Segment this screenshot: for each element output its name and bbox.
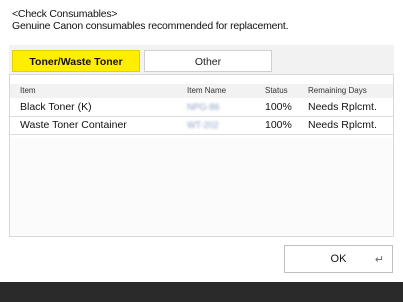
row-status: 100% xyxy=(265,101,292,113)
bottom-status-bar xyxy=(0,282,403,302)
table-row[interactable]: Waste Toner Container WT-202 100% Needs … xyxy=(10,117,393,135)
page-title: <Check Consumables> xyxy=(12,8,118,20)
ok-button[interactable]: OK ↵ xyxy=(284,245,393,273)
tab-other[interactable]: Other xyxy=(144,50,272,72)
page-subtitle: Genuine Canon consumables recommended fo… xyxy=(12,20,289,32)
row-item-name: WT-202 xyxy=(187,120,219,130)
row-item: Waste Toner Container xyxy=(20,119,127,131)
enter-icon: ↵ xyxy=(374,254,384,266)
column-header-item-name: Item Name xyxy=(187,86,227,95)
column-header-remaining-days: Remaining Days xyxy=(308,86,367,95)
row-item: Black Toner (K) xyxy=(20,101,92,113)
column-header-item: Item xyxy=(20,86,36,95)
column-header-status: Status xyxy=(265,86,288,95)
row-status: 100% xyxy=(265,119,292,131)
table-row[interactable]: Black Toner (K) NPG-86 100% Needs Rplcmt… xyxy=(10,99,393,117)
ok-button-label: OK xyxy=(330,253,347,265)
table-empty-area xyxy=(10,138,393,236)
row-item-name: NPG-86 xyxy=(187,102,220,112)
tab-toner-waste-toner[interactable]: Toner/Waste Toner xyxy=(12,50,140,72)
page-header: <Check Consumables> Genuine Canon consum… xyxy=(12,8,289,32)
table-header: Item Item Name Status Remaining Days xyxy=(10,84,393,98)
tab-bar: Toner/Waste Toner Other xyxy=(9,45,394,74)
row-remaining-days: Needs Rplcmt. xyxy=(308,119,377,131)
consumables-table: Item Item Name Status Remaining Days Bla… xyxy=(9,74,394,237)
row-remaining-days: Needs Rplcmt. xyxy=(308,101,377,113)
